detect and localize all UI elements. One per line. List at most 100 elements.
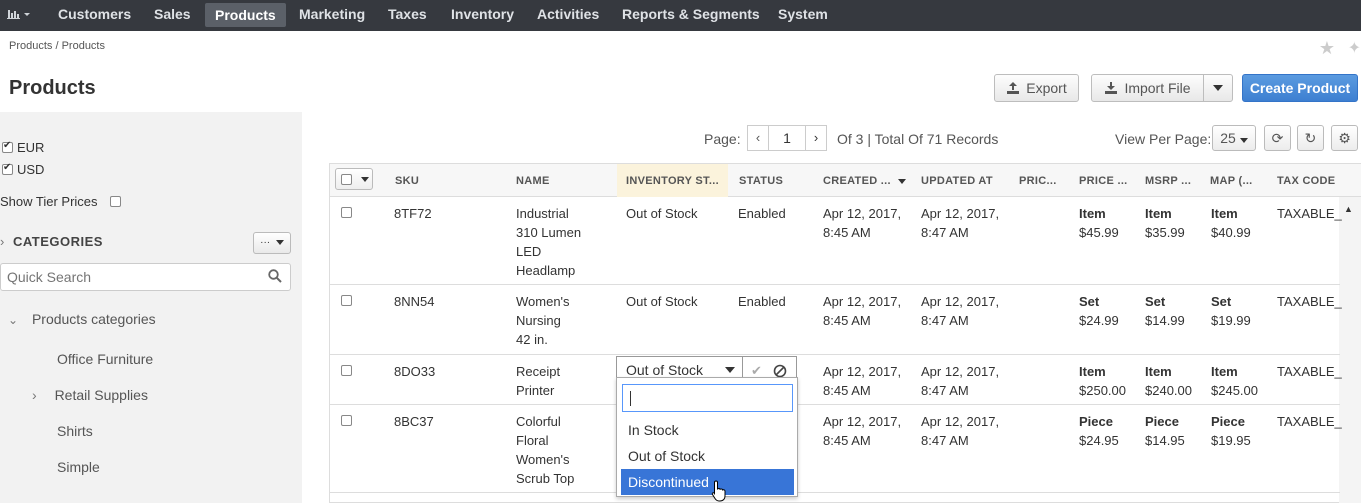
prev-page-button[interactable]: ‹ xyxy=(747,125,769,151)
import-file-label: Import File xyxy=(1124,80,1191,96)
search-icon[interactable] xyxy=(268,269,282,283)
refresh-button[interactable]: ⟳ xyxy=(1264,125,1291,151)
view-per-page-label: View Per Page: xyxy=(1115,131,1212,147)
currency-usd[interactable]: USD xyxy=(2,162,44,177)
favorite-star-icon[interactable]: ★ xyxy=(1319,38,1335,59)
tax-code-cell: TAXABLE_ xyxy=(1277,414,1342,429)
select-all-checkbox[interactable] xyxy=(341,174,352,185)
column-header-created-at-label: CREATED ... xyxy=(823,175,891,187)
map-unit-cell: Set xyxy=(1211,294,1232,309)
per-page-select[interactable]: 25 xyxy=(1212,125,1256,151)
created-at-cell: 8:45 AM xyxy=(823,313,871,328)
category-search-input[interactable] xyxy=(1,264,251,290)
row-checkbox[interactable] xyxy=(341,415,352,426)
categories-heading[interactable]: › CATEGORIES xyxy=(0,234,103,249)
name-cell: Floral xyxy=(516,433,549,448)
column-header-sku[interactable]: SKU xyxy=(395,175,419,187)
row-checkbox[interactable] xyxy=(341,365,352,376)
reset-icon: ↻ xyxy=(1304,130,1317,146)
column-header-price[interactable]: PRIC... xyxy=(1019,175,1057,187)
chevron-down-icon[interactable]: ⌄ xyxy=(8,313,18,327)
usd-checkbox[interactable] xyxy=(2,162,13,175)
tree-item-simple[interactable]: Simple xyxy=(57,459,100,475)
option-in-stock[interactable]: In Stock xyxy=(621,417,794,443)
cancel-icon[interactable] xyxy=(773,364,787,378)
column-header-map[interactable]: MAP (... xyxy=(1210,175,1253,187)
show-tier-prices-checkbox[interactable] xyxy=(109,196,121,207)
updated-at-cell: Apr 12, 2017, xyxy=(921,364,1000,379)
column-header-msrp[interactable]: MSRP ... xyxy=(1145,175,1191,187)
categories-menu-button[interactable]: ··· xyxy=(253,232,291,254)
column-header-status[interactable]: STATUS xyxy=(739,175,783,187)
name-cell: 42 in. xyxy=(516,332,548,347)
column-header-created-at[interactable]: CREATED ... xyxy=(823,175,907,187)
nav-system[interactable]: System xyxy=(768,0,838,29)
sku-cell: 8BC37 xyxy=(394,414,434,429)
nav-customers[interactable]: Customers xyxy=(48,0,141,29)
mass-select-dropdown[interactable] xyxy=(335,168,373,190)
name-cell: Industrial xyxy=(516,206,569,221)
price-value-cell: $250.00 xyxy=(1079,383,1126,398)
map-unit-cell: Item xyxy=(1211,206,1238,221)
dashboard-menu-icon[interactable] xyxy=(6,6,36,26)
column-header-tax-code[interactable]: TAX CODE xyxy=(1277,175,1335,187)
reset-button[interactable]: ↻ xyxy=(1297,125,1324,151)
tree-item-retail-supplies-label: Retail Supplies xyxy=(54,387,148,403)
nav-marketing[interactable]: Marketing xyxy=(289,0,375,29)
option-discontinued[interactable]: Discontinued xyxy=(621,469,794,495)
nav-taxes[interactable]: Taxes xyxy=(378,0,437,29)
nav-sales[interactable]: Sales xyxy=(144,0,201,29)
updated-at-cell: 8:47 AM xyxy=(921,433,969,448)
export-button[interactable]: Export xyxy=(994,74,1079,102)
inventory-status-cell: Out of Stock xyxy=(626,206,698,221)
tree-item-shirts[interactable]: Shirts xyxy=(57,423,93,439)
column-header-inventory-status[interactable]: INVENTORY ST... xyxy=(626,175,719,187)
eur-checkbox[interactable] xyxy=(2,140,13,153)
column-header-price-attribute[interactable]: PRICE ... xyxy=(1079,175,1128,187)
tree-item-office-furniture[interactable]: Office Furniture xyxy=(57,351,153,367)
row-checkbox[interactable] xyxy=(341,207,352,218)
name-cell: Scrub Top xyxy=(516,471,575,486)
status-cell: Enabled xyxy=(738,294,786,309)
scroll-up-icon[interactable]: ▲ xyxy=(1344,204,1353,214)
column-header-updated-at[interactable]: UPDATED AT xyxy=(921,175,993,187)
grid-scrollbar[interactable] xyxy=(1339,197,1361,503)
column-header-name[interactable]: NAME xyxy=(516,175,550,187)
chevron-down-icon xyxy=(361,177,369,182)
categories-menu-label: ··· xyxy=(260,237,271,248)
pin-icon[interactable]: ✦ xyxy=(1348,38,1361,58)
page-number-input[interactable]: 1 xyxy=(768,125,806,151)
nav-products[interactable]: Products xyxy=(205,3,286,27)
nav-reports-segments[interactable]: Reports & Segments xyxy=(612,0,770,29)
sku-cell: 8NN54 xyxy=(394,294,435,309)
created-at-cell: Apr 12, 2017, xyxy=(823,206,902,221)
msrp-value-cell: $240.00 xyxy=(1145,383,1192,398)
import-options-dropdown[interactable] xyxy=(1203,74,1233,102)
row-checkbox[interactable] xyxy=(341,295,352,306)
name-cell: LED xyxy=(516,244,542,259)
tax-code-cell: TAXABLE_ xyxy=(1277,364,1342,379)
create-product-button[interactable]: Create Product xyxy=(1242,74,1358,102)
nav-activities[interactable]: Activities xyxy=(527,0,609,29)
map-value-cell: $19.99 xyxy=(1211,313,1251,328)
show-tier-prices[interactable]: Show Tier Prices xyxy=(0,194,121,209)
grid-settings-button[interactable]: ⚙ xyxy=(1331,125,1358,151)
import-file-button[interactable]: Import File xyxy=(1091,74,1204,102)
nav-inventory[interactable]: Inventory xyxy=(441,0,524,29)
option-out-of-stock[interactable]: Out of Stock xyxy=(621,443,794,469)
currency-eur[interactable]: EUR xyxy=(2,140,44,155)
page-label: Page: xyxy=(704,131,741,147)
tax-code-cell: TAXABLE_ xyxy=(1277,206,1342,221)
name-cell: Nursing xyxy=(516,313,561,328)
tree-root-label: Products categories xyxy=(31,311,156,327)
dropdown-search-input[interactable] xyxy=(622,384,793,412)
top-navigation: Customers Sales Products Marketing Taxes… xyxy=(0,0,1361,31)
chevron-right-icon[interactable]: › xyxy=(32,387,37,403)
next-page-button[interactable]: › xyxy=(805,125,827,151)
msrp-value-cell: $35.99 xyxy=(1145,225,1185,240)
tree-root-products-categories[interactable]: ⌄ Products categories xyxy=(8,311,156,327)
name-cell: Headlamp xyxy=(516,263,576,278)
msrp-unit-cell: Piece xyxy=(1145,414,1179,429)
updated-at-cell: Apr 12, 2017, xyxy=(921,294,1000,309)
tree-item-retail-supplies[interactable]: › Retail Supplies xyxy=(32,387,148,403)
